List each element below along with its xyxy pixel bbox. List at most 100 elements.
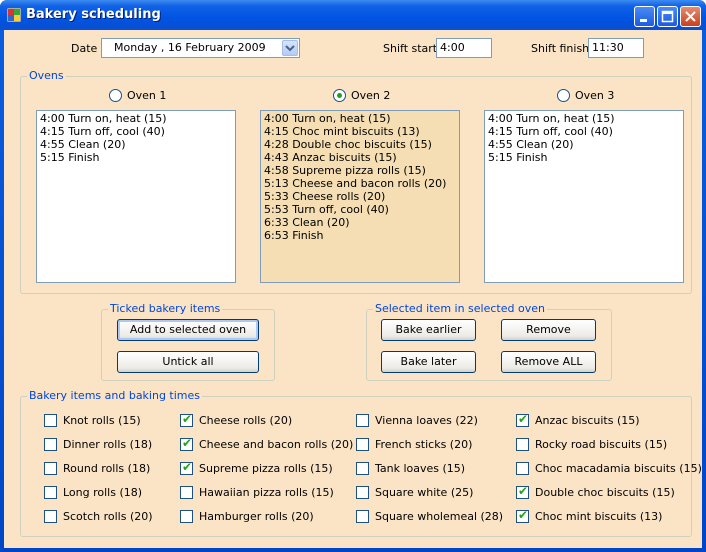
list-item[interactable]: 4:15 Choc mint biscuits (13) bbox=[264, 125, 456, 138]
list-item[interactable]: 4:55 Clean (20) bbox=[40, 138, 232, 151]
item-checkbox[interactable]: ✔ bbox=[516, 484, 529, 499]
item-checkbox[interactable] bbox=[516, 438, 529, 451]
list-item[interactable]: 4:58 Supreme pizza rolls (15) bbox=[264, 164, 456, 177]
date-value: Monday , 16 February 2009 bbox=[114, 41, 266, 54]
list-item[interactable]: 4:00 Turn on, heat (15) bbox=[40, 112, 232, 125]
shift-start-input[interactable]: 4:00 bbox=[436, 38, 492, 58]
item-checkbox-label[interactable]: Choc mint biscuits (13) bbox=[535, 510, 662, 523]
remove-all-button[interactable]: Remove ALL bbox=[501, 351, 596, 373]
item-checkbox[interactable] bbox=[44, 462, 57, 475]
maximize-icon bbox=[661, 10, 674, 23]
ticked-items-legend: Ticked bakery items bbox=[108, 302, 223, 315]
list-item[interactable]: 4:43 Anzac biscuits (15) bbox=[264, 151, 456, 164]
oven-1-schedule-list[interactable]: 4:00 Turn on, heat (15) 4:15 Turn off, c… bbox=[36, 110, 236, 283]
item-checkbox-label[interactable]: Hawaiian pizza rolls (15) bbox=[199, 486, 334, 499]
item-checkbox[interactable]: ✔ bbox=[516, 508, 529, 523]
item-checkbox-label[interactable]: French sticks (20) bbox=[375, 438, 472, 451]
oven-2-schedule-list[interactable]: 4:00 Turn on, heat (15) 4:15 Choc mint b… bbox=[260, 110, 460, 283]
list-item[interactable]: 6:33 Clean (20) bbox=[264, 216, 456, 229]
ovens-group: Ovens Oven 1 Oven 2 Oven 3 4:00 Turn on,… bbox=[20, 69, 692, 294]
item-checkbox-label[interactable]: Anzac biscuits (15) bbox=[535, 414, 640, 427]
maximize-button[interactable] bbox=[657, 6, 678, 27]
item-checkbox-label[interactable]: Scotch rolls (20) bbox=[63, 510, 153, 523]
item-checkbox[interactable] bbox=[356, 414, 369, 427]
untick-all-button[interactable]: Untick all bbox=[117, 351, 259, 373]
bake-later-button[interactable]: Bake later bbox=[381, 351, 476, 373]
radio-selected-icon bbox=[337, 93, 342, 98]
item-checkbox-label[interactable]: Cheese and bacon rolls (20) bbox=[199, 438, 353, 451]
item-checkbox-label[interactable]: Choc macadamia biscuits (15) bbox=[535, 462, 702, 475]
selected-item-legend: Selected item in selected oven bbox=[373, 302, 547, 315]
item-checkbox-label[interactable]: Rocky road biscuits (15) bbox=[535, 438, 667, 451]
window-title: Bakery scheduling bbox=[26, 7, 161, 22]
ticked-items-group: Ticked bakery items Add to selected oven… bbox=[101, 302, 275, 381]
item-checkbox-label[interactable]: Knot rolls (15) bbox=[63, 414, 141, 427]
item-checkbox[interactable]: ✔ bbox=[180, 460, 193, 475]
list-item[interactable]: 4:55 Clean (20) bbox=[488, 138, 680, 151]
list-item[interactable]: 4:15 Turn off, cool (40) bbox=[488, 125, 680, 138]
item-checkbox-label[interactable]: Vienna loaves (22) bbox=[375, 414, 478, 427]
checkmark-icon: ✔ bbox=[182, 436, 193, 450]
date-picker[interactable]: Monday , 16 February 2009 bbox=[101, 38, 300, 58]
bake-earlier-button[interactable]: Bake earlier bbox=[381, 319, 476, 341]
shift-start-label: Shift start bbox=[383, 42, 438, 55]
item-checkbox[interactable] bbox=[44, 438, 57, 451]
list-item[interactable]: 4:28 Double choc biscuits (15) bbox=[264, 138, 456, 151]
ovens-legend: Ovens bbox=[27, 69, 66, 82]
item-checkbox[interactable] bbox=[44, 414, 57, 427]
list-item[interactable]: 4:00 Turn on, heat (15) bbox=[488, 112, 680, 125]
item-checkbox[interactable] bbox=[356, 486, 369, 499]
list-item[interactable]: 5:13 Cheese and bacon rolls (20) bbox=[264, 177, 456, 190]
oven-3-radio[interactable] bbox=[557, 89, 570, 102]
checkmark-icon: ✔ bbox=[518, 484, 529, 498]
item-checkbox[interactable] bbox=[44, 486, 57, 499]
item-checkbox-label[interactable]: Round rolls (18) bbox=[63, 462, 150, 475]
item-checkbox-label[interactable]: Dinner rolls (18) bbox=[63, 438, 152, 451]
form-client-area: Date Monday , 16 February 2009 Shift sta… bbox=[4, 30, 702, 548]
item-checkbox-label[interactable]: Square white (25) bbox=[375, 486, 473, 499]
item-checkbox[interactable]: ✔ bbox=[180, 436, 193, 451]
list-item[interactable]: 6:53 Finish bbox=[264, 229, 456, 242]
close-button[interactable] bbox=[680, 6, 701, 27]
item-checkbox-label[interactable]: Supreme pizza rolls (15) bbox=[199, 462, 333, 475]
close-icon bbox=[685, 11, 696, 22]
item-checkbox-label[interactable]: Double choc biscuits (15) bbox=[535, 486, 675, 499]
item-checkbox[interactable] bbox=[516, 462, 529, 475]
list-item[interactable]: 4:00 Turn on, heat (15) bbox=[264, 112, 456, 125]
item-checkbox-label[interactable]: Square wholemeal (28) bbox=[375, 510, 503, 523]
item-checkbox[interactable]: ✔ bbox=[180, 412, 193, 427]
item-checkbox[interactable] bbox=[356, 438, 369, 451]
oven-3-schedule-list[interactable]: 4:00 Turn on, heat (15) 4:15 Turn off, c… bbox=[484, 110, 684, 283]
oven-1-label[interactable]: Oven 1 bbox=[127, 89, 166, 102]
oven-2-radio[interactable] bbox=[333, 89, 346, 102]
item-checkbox[interactable] bbox=[356, 510, 369, 523]
list-item[interactable]: 4:15 Turn off, cool (40) bbox=[40, 125, 232, 138]
minimize-button[interactable] bbox=[634, 6, 655, 27]
date-label: Date bbox=[71, 42, 98, 55]
checkmark-icon: ✔ bbox=[518, 412, 529, 426]
item-checkbox[interactable]: ✔ bbox=[516, 412, 529, 427]
item-checkbox-label[interactable]: Tank loaves (15) bbox=[375, 462, 465, 475]
shift-finish-input[interactable]: 11:30 bbox=[588, 38, 644, 58]
item-checkbox[interactable] bbox=[44, 510, 57, 523]
chevron-down-icon[interactable] bbox=[282, 40, 298, 56]
list-item[interactable]: 5:15 Finish bbox=[488, 151, 680, 164]
list-item[interactable]: 5:53 Turn off, cool (40) bbox=[264, 203, 456, 216]
title-bar[interactable]: Bakery scheduling bbox=[0, 0, 706, 30]
remove-button[interactable]: Remove bbox=[501, 319, 596, 341]
checkmark-icon: ✔ bbox=[182, 460, 193, 474]
app-window: Bakery scheduling Date Monday , 16 Febru… bbox=[0, 0, 706, 552]
list-item[interactable]: 5:33 Cheese rolls (20) bbox=[264, 190, 456, 203]
app-icon bbox=[7, 8, 21, 22]
item-checkbox-label[interactable]: Cheese rolls (20) bbox=[199, 414, 292, 427]
item-checkbox[interactable] bbox=[180, 486, 193, 499]
oven-2-label[interactable]: Oven 2 bbox=[351, 89, 390, 102]
list-item[interactable]: 5:15 Finish bbox=[40, 151, 232, 164]
minimize-icon bbox=[640, 19, 647, 22]
item-checkbox-label[interactable]: Long rolls (18) bbox=[63, 486, 142, 499]
item-checkbox[interactable] bbox=[356, 462, 369, 475]
item-checkbox[interactable] bbox=[180, 510, 193, 523]
oven-1-radio[interactable] bbox=[109, 89, 122, 102]
add-to-selected-oven-button[interactable]: Add to selected oven bbox=[117, 319, 259, 341]
item-checkbox-label[interactable]: Hamburger rolls (20) bbox=[199, 510, 314, 523]
